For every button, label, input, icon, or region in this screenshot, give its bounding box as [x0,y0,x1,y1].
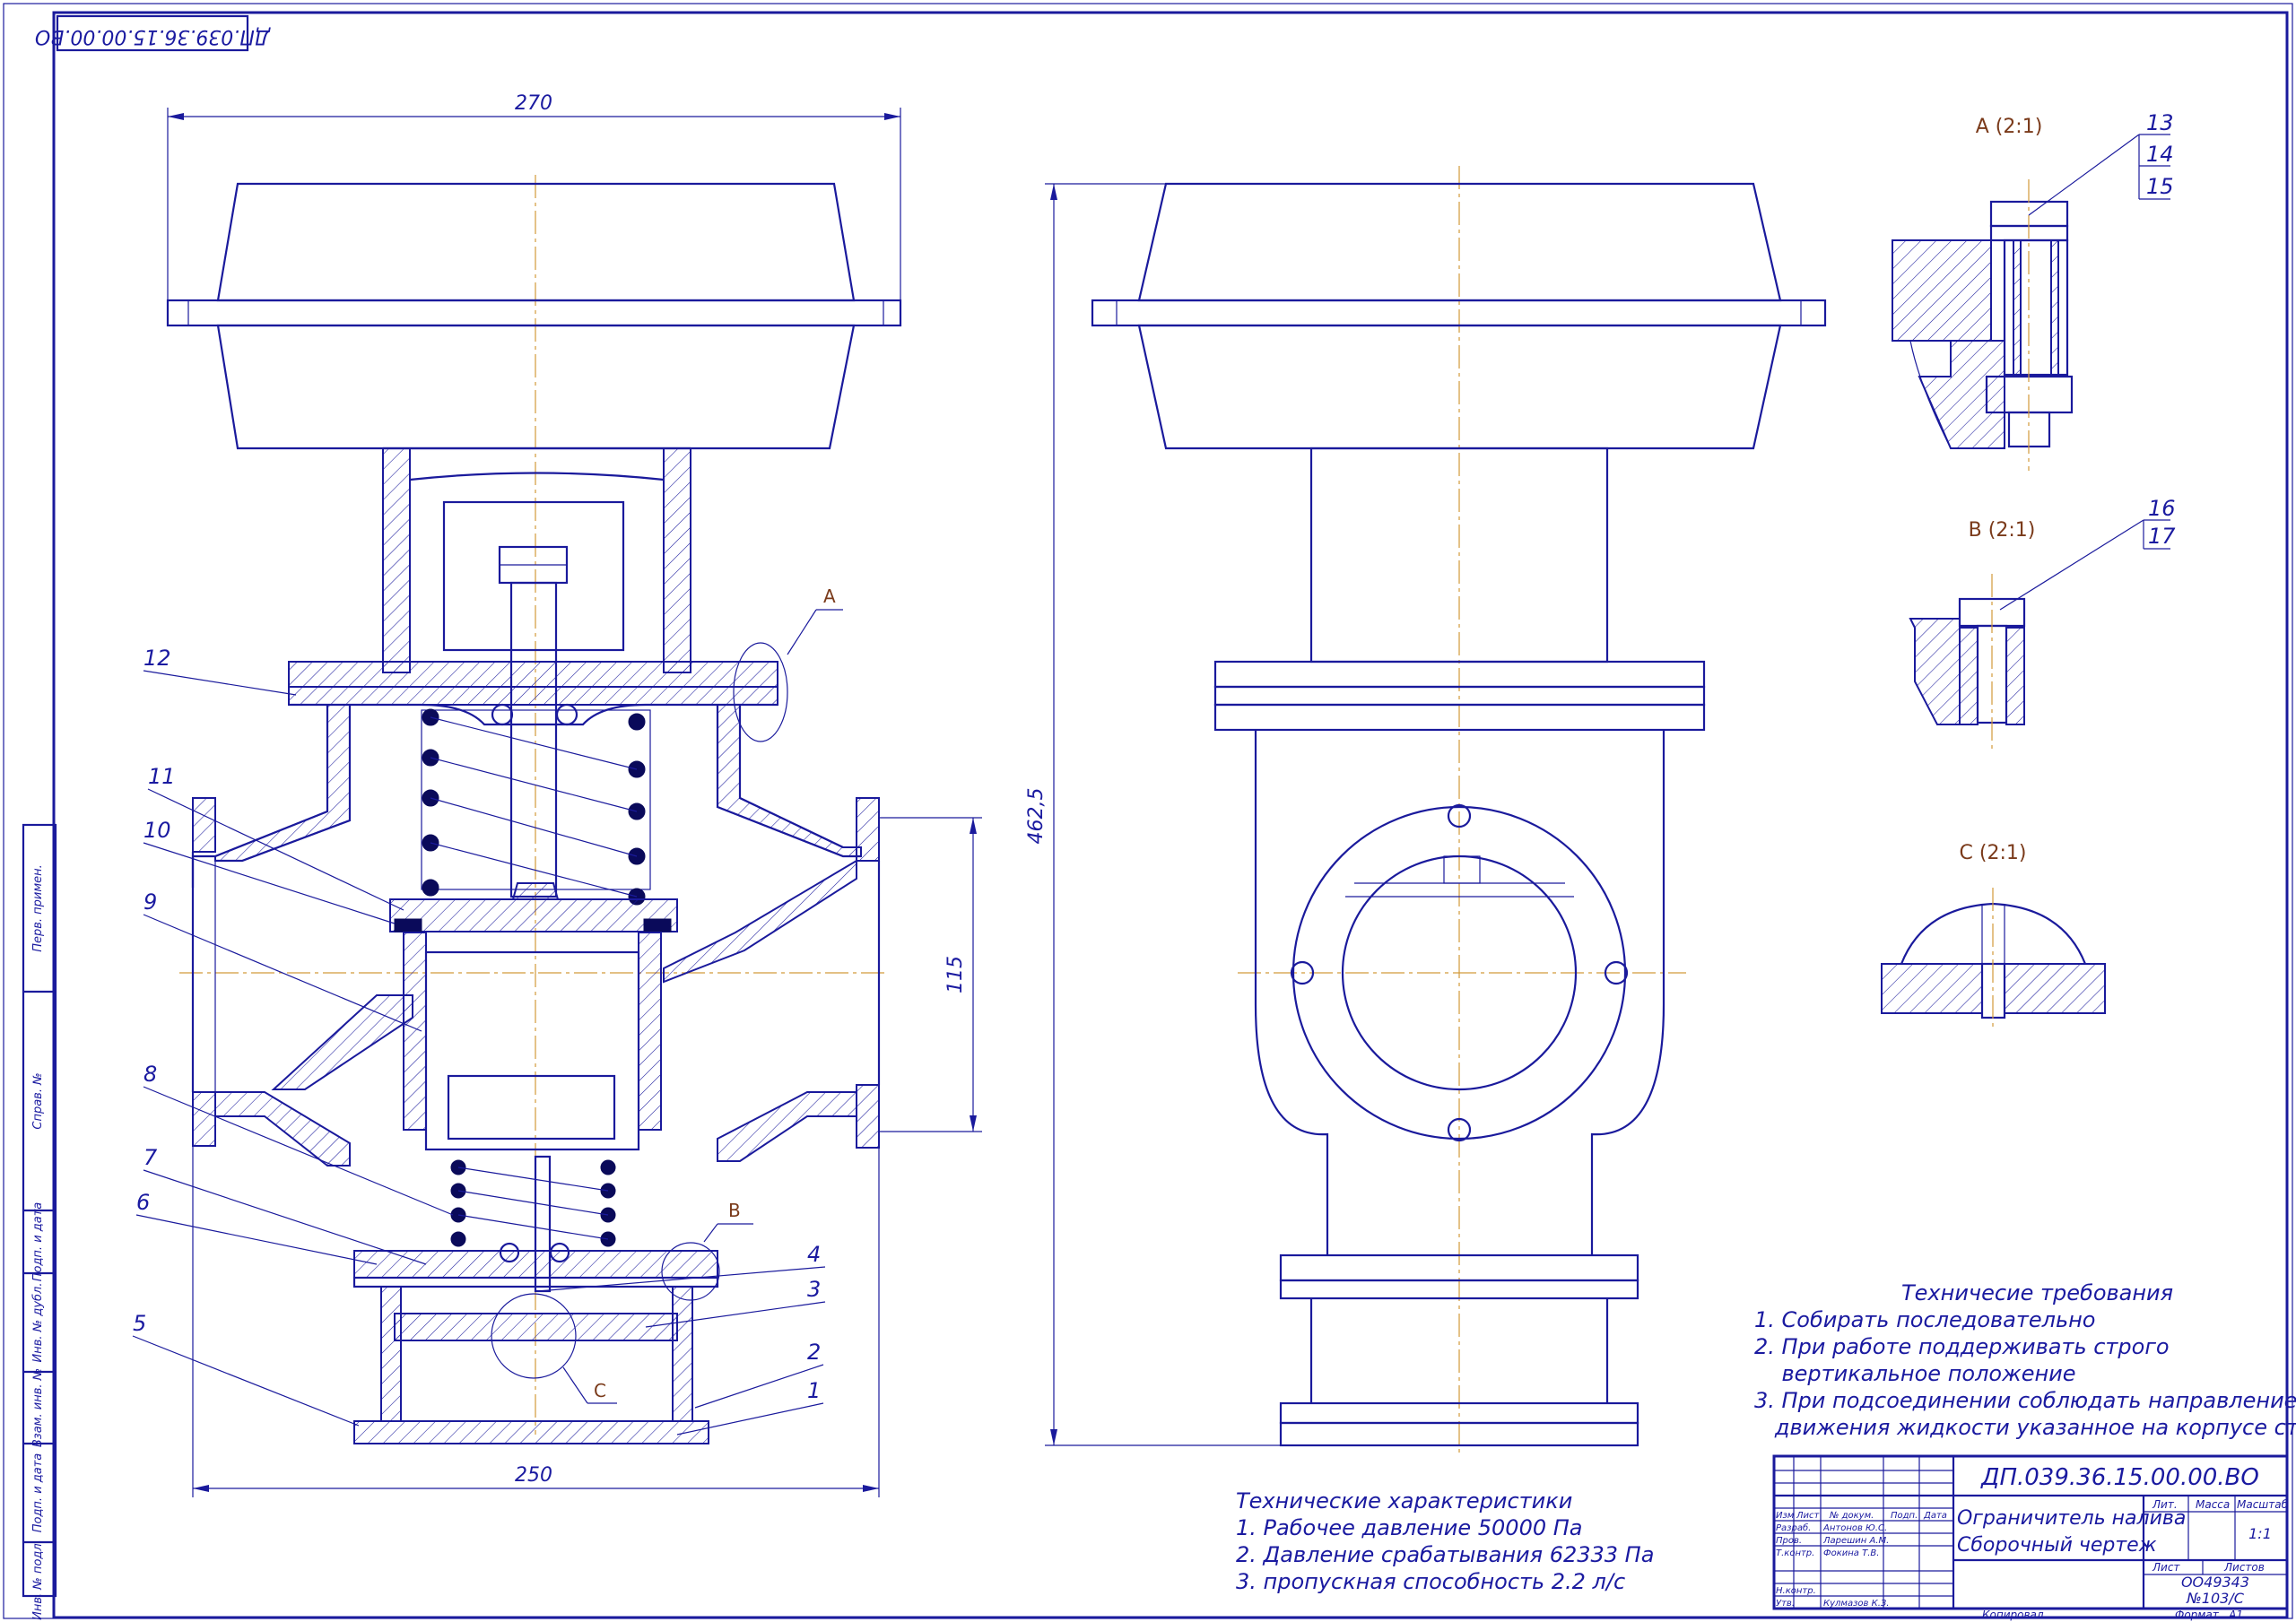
tb-col-list: Лист [1796,1511,1821,1521]
tech-char-1: 1. Рабочее давление 50000 Па [1236,1515,1583,1540]
tb-sheet: Лист [2152,1561,2180,1574]
side-stamp-3: Инв. № дубл. [31,1283,45,1363]
pos-1: 1 [807,1378,821,1403]
pos-3: 3 [807,1277,821,1302]
side-stamp-5: Подп. и дата [31,1453,45,1533]
tb-org-2: №103/С [2186,1590,2245,1607]
pos-14: 14 [2146,142,2174,167]
tb-mass: Масса [2196,1498,2230,1511]
tb-format: Формат А1 [2175,1609,2243,1621]
tb-role-0: Разраб. [1776,1522,1811,1533]
dim-height-total: 462,5 [1025,788,1048,845]
tech-char-2: 2. Давление срабатывания 62333 Па [1236,1542,1654,1567]
tb-name-2: Сборочный чертеж [1957,1534,2157,1557]
title-block: Изм Лист № докум. Подп. Дата Разраб. Про… [1772,1454,2289,1610]
tb-role-4: Н.контр. [1776,1586,1816,1596]
pos-11: 11 [148,764,176,789]
detail-view-b: B (2:1) 16 17 [1909,496,2176,753]
tb-doc-code: ДП.039.36.15.00.00.ВО [1980,1464,2259,1491]
assembly-drawing-sheet: ДП.039.36.15.00.00.ВО Перв. примен. Спра… [3,3,2296,1621]
tech-characteristics: Технические характеристики 1. Рабочее да… [1236,1488,1654,1594]
tb-scale: Масштаб [2237,1498,2289,1511]
tb-col-izm: Изм [1776,1511,1795,1521]
tech-char-3: 3. пропускная способность 2.2 л/с [1236,1569,1625,1594]
callout-a: A [823,585,836,607]
view-b-label: B (2:1) [1969,519,2036,542]
tb-sheets: Листов [2223,1561,2265,1574]
side-stamp-2: Подп. и дата [31,1202,45,1282]
tb-col-date: Дата [1923,1511,1947,1521]
tb-role-1: Пров. [1776,1536,1802,1546]
pos-4: 4 [807,1242,821,1267]
pos-17: 17 [2148,524,2176,549]
tb-person-5: Кулмазов К.З. [1823,1599,1889,1609]
detail-view-a: A (2:1) 13 14 15 [1892,110,2174,471]
tb-lit: Лит. [2152,1498,2178,1511]
pos-9: 9 [144,889,157,915]
callout-b: B [728,1200,741,1221]
tech-req-title: Техничесие требования [1901,1280,2173,1305]
side-stamp: Перв. примен. Справ. № Подп. и дата Инв.… [22,823,57,1620]
dim-width-bottom: 250 [515,1464,552,1487]
tech-req-3: вертикальное положение [1754,1361,2076,1386]
tb-col-doc: № докум. [1829,1511,1874,1521]
side-stamp-0: Перв. примен. [31,864,45,952]
tb-col-sign: Подп. [1891,1511,1918,1521]
side-stamp-1: Справ. № [31,1072,45,1129]
pos-7: 7 [144,1145,158,1170]
tb-org-1: ОО49343 [2181,1574,2249,1591]
pos-12: 12 [144,646,171,671]
tb-copied: Копировал [1982,1609,2044,1621]
rotated-stamp-text: ДП.039.36.15.00.00.ВО [35,25,271,48]
tech-req-2: 2. При работе поддерживать строго [1754,1334,2170,1359]
pos-15: 15 [2146,174,2174,199]
rotated-stamp: ДП.039.36.15.00.00.ВО [35,14,271,52]
pos-16: 16 [2148,496,2176,521]
pos-2: 2 [807,1340,821,1365]
tb-person-0: Антонов Ю.С. [1822,1523,1887,1533]
pos-10: 10 [144,818,171,843]
front-section-view [166,175,902,1444]
tech-req-5: движения жидкости указанное на корпусе с… [1754,1415,2296,1440]
pos-13: 13 [2146,110,2174,135]
dim-width-top: 270 [515,92,552,115]
pos-6: 6 [136,1190,150,1215]
tb-person-2: Фокина Т.В. [1823,1548,1879,1558]
tech-req-1: 1. Собирать последовательно [1754,1307,2095,1332]
side-view [1091,166,1827,1453]
dim-flange-height: 115 [944,956,967,993]
tb-role-2: Т.контр. [1776,1548,1814,1558]
detail-view-c: C (2:1) [1881,842,2106,1031]
tech-req-4: 3. При подсоединении соблюдать направлен… [1754,1388,2296,1413]
pos-8: 8 [144,1062,157,1087]
tb-person-1: Ларешин А.М. [1822,1536,1889,1546]
side-stamp-4: Взам. инв. № [31,1368,45,1447]
tb-scale-value: 1:1 [2248,1525,2272,1542]
view-a-label: A (2:1) [1976,116,2043,138]
tech-char-title: Технические характеристики [1236,1488,1572,1514]
tb-role-5: Утв. [1776,1599,1795,1609]
view-c-label: C (2:1) [1960,842,2027,864]
callout-c: C [594,1380,606,1401]
tech-requirements: Техничесие требования 1. Собирать послед… [1754,1280,2296,1440]
side-stamp-6: Инв. № подл. [31,1540,45,1620]
pos-5: 5 [133,1311,146,1336]
